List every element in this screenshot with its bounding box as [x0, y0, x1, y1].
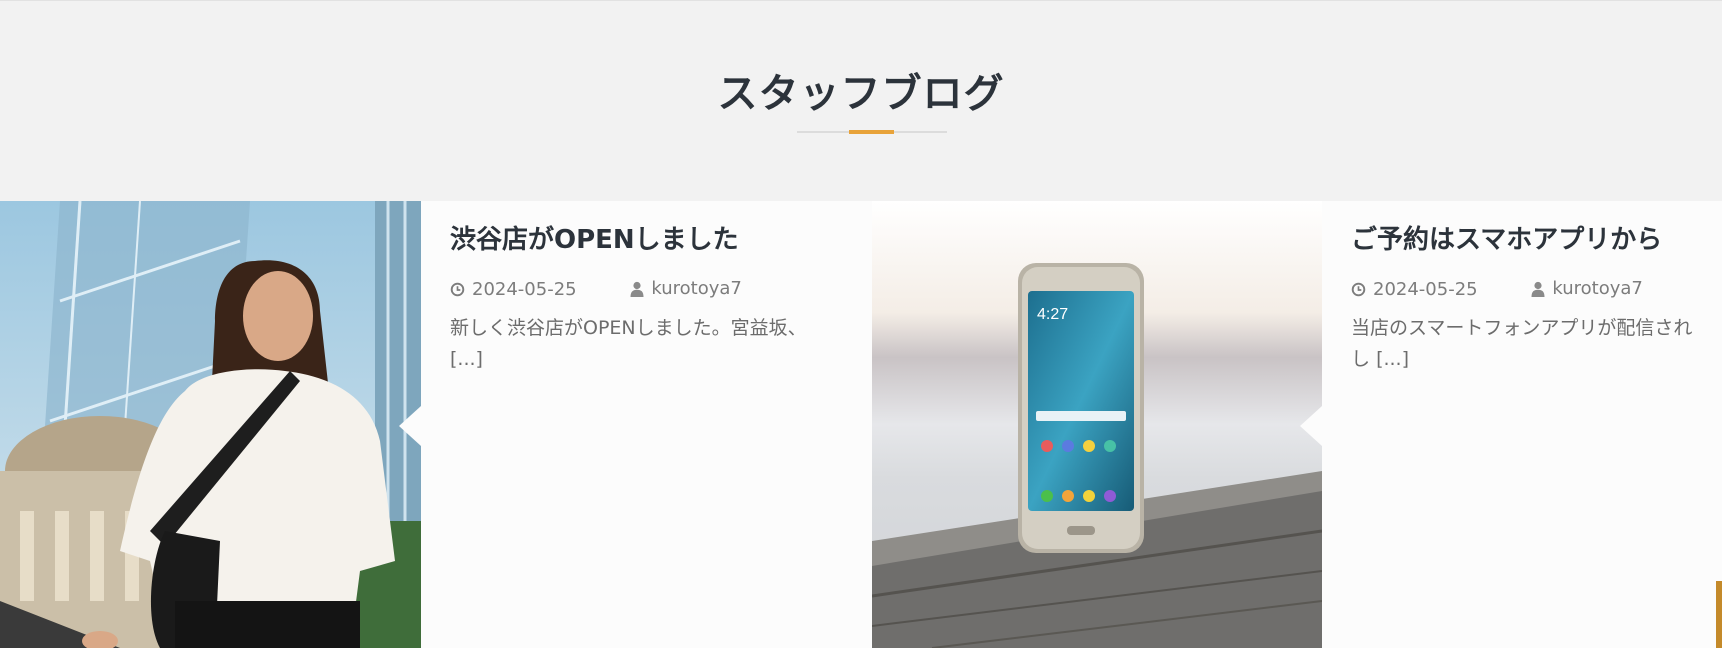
post-excerpt: 当店のスマートフォンアプリが配信され し [...]: [1351, 313, 1722, 375]
post-title-link[interactable]: 渋谷店がOPENしました: [450, 223, 739, 257]
post-date[interactable]: 2024-05-25: [1351, 279, 1478, 300]
post-author-text: kurotoya7: [651, 278, 742, 299]
post-date[interactable]: 2024-05-25: [450, 279, 577, 300]
post-author[interactable]: kurotoya7: [630, 278, 742, 299]
post-date-text: 2024-05-25: [472, 278, 577, 300]
clock-icon: [1351, 282, 1366, 296]
card-pointer: [399, 406, 421, 446]
next-post-edge: [1716, 581, 1722, 648]
card-pointer: [1300, 406, 1322, 446]
user-icon: [630, 281, 644, 297]
section-header: スタッフブログ: [0, 0, 1722, 201]
svg-text:4:27: 4:27: [1037, 306, 1068, 323]
clock-icon: [450, 282, 465, 296]
read-more-link[interactable]: [...]: [450, 348, 483, 370]
section-title: スタッフブログ: [717, 71, 1005, 117]
read-more-link[interactable]: [...]: [1376, 348, 1409, 370]
post-author-text: kurotoya7: [1552, 278, 1643, 299]
title-accent-bar: [849, 130, 894, 134]
post-date-text: 2024-05-25: [1373, 278, 1478, 300]
user-icon: [1531, 281, 1545, 297]
woman-photo: [0, 201, 421, 648]
post-thumbnail-smartphone[interactable]: 4:27: [872, 201, 1322, 648]
post-title-link[interactable]: ご予約はスマホアプリから: [1351, 223, 1662, 257]
post-author[interactable]: kurotoya7: [1531, 278, 1643, 299]
post-excerpt-text: 新しく渋谷店がOPENしました。宮益坂、: [450, 317, 807, 339]
post-excerpt: 新しく渋谷店がOPENしました。宮益坂、 [...]: [450, 313, 850, 375]
blog-post-card: ご予約はスマホアプリから 2024-05-25 kurotoya7 当店のスマー…: [1300, 201, 1722, 648]
post-meta: 2024-05-25 kurotoya7: [1351, 278, 1643, 302]
post-excerpt-text-line2: し: [1351, 348, 1371, 370]
post-excerpt-text: 当店のスマートフォンアプリが配信され: [1351, 317, 1693, 339]
smartphone-photo: 4:27: [872, 201, 1322, 648]
post-thumbnail-woman[interactable]: [0, 201, 421, 648]
blog-list: 渋谷店がOPENしました 2024-05-25 kurotoya7 新しく渋谷店…: [0, 201, 1722, 648]
blog-post-card: 渋谷店がOPENしました 2024-05-25 kurotoya7 新しく渋谷店…: [399, 201, 872, 648]
post-meta: 2024-05-25 kurotoya7: [450, 278, 742, 302]
